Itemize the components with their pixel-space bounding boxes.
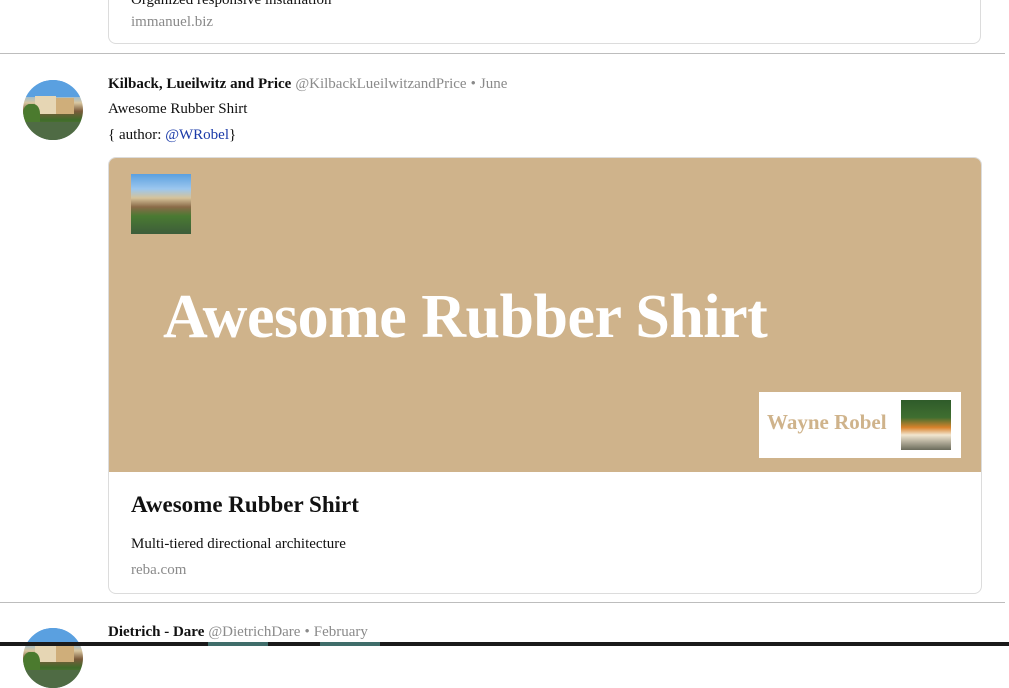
banner-thumbnail-image <box>131 174 191 234</box>
bottom-taskbar <box>0 642 1009 646</box>
author-mention-link[interactable]: @WRobel <box>165 127 229 143</box>
post-separator: • <box>470 76 476 92</box>
post-meta: { author: @WRobel} <box>108 127 236 144</box>
post-text: Awesome Rubber Shirt <box>108 101 248 117</box>
post-author-name[interactable]: Kilback, Lueilwitz and Price <box>108 76 291 92</box>
card-banner: Awesome Rubber Shirt Wayne Robel <box>109 158 981 472</box>
taskbar-segment <box>208 642 268 646</box>
badge-author-name: Wayne Robel <box>767 410 887 434</box>
next-post-separator: • <box>304 624 310 640</box>
previous-card-domain: immanuel.biz <box>131 14 214 30</box>
taskbar-segment <box>320 642 380 646</box>
post-divider <box>0 602 1005 603</box>
post-header: Kilback, Lueilwitz and Price @KilbackLue… <box>108 75 507 93</box>
next-post-date[interactable]: February <box>314 624 368 640</box>
card-title: Awesome Rubber Shirt <box>131 492 359 517</box>
post-author-handle[interactable]: @KilbackLueilwitzandPrice <box>295 76 466 92</box>
post-divider <box>0 53 1005 54</box>
post-date[interactable]: June <box>480 76 508 92</box>
post-meta-suffix: } <box>229 127 237 143</box>
next-author-avatar[interactable] <box>23 628 83 688</box>
banner-title: Awesome Rubber Shirt <box>163 283 768 351</box>
card-description: Multi-tiered directional architecture <box>131 536 346 552</box>
author-avatar[interactable] <box>23 80 83 140</box>
post-meta-prefix: { author: <box>108 127 166 143</box>
next-post-author-handle[interactable]: @DietrichDare <box>208 624 300 640</box>
author-badge: Wayne Robel <box>759 392 961 458</box>
previous-card-description: Organized responsive installation <box>131 0 332 8</box>
next-post-header: Dietrich - Dare @DietrichDare • February <box>108 623 368 641</box>
link-preview-card[interactable]: Awesome Rubber Shirt Wayne Robel Awesome… <box>108 157 982 594</box>
card-domain: reba.com <box>131 562 187 578</box>
badge-author-image <box>901 400 951 450</box>
next-post-author-name[interactable]: Dietrich - Dare <box>108 624 204 640</box>
